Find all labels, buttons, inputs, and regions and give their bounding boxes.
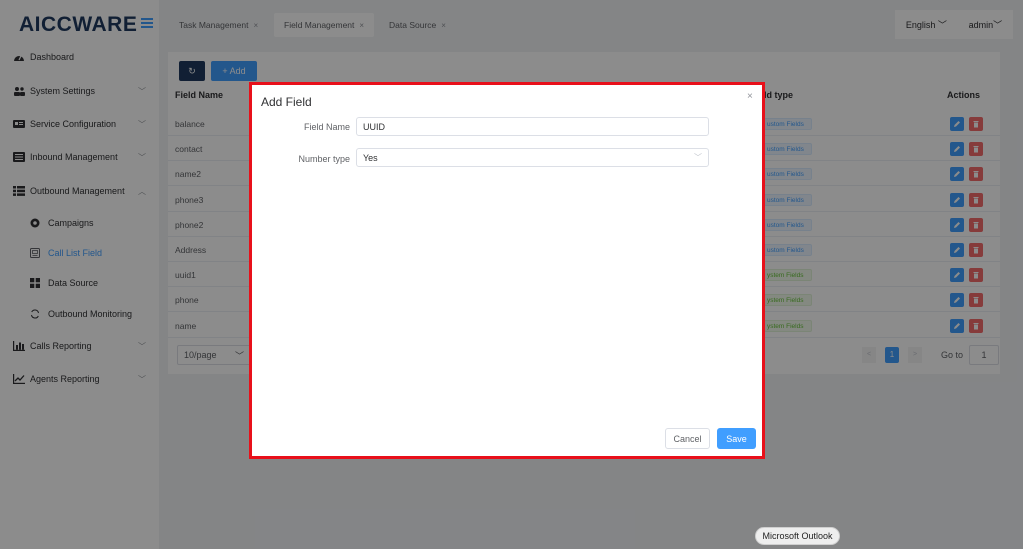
close-icon[interactable]: × <box>747 91 753 102</box>
field-name-label: Field Name <box>303 122 350 132</box>
tooltip: Microsoft Outlook <box>755 527 840 545</box>
chevron-down-icon: ﹀ <box>694 153 702 162</box>
cancel-button[interactable]: Cancel <box>665 428 710 449</box>
dialog-title: Add Field <box>261 95 312 109</box>
field-name-value: UUID <box>363 121 385 132</box>
number-type-value: Yes <box>363 152 378 163</box>
save-button[interactable]: Save <box>717 428 756 449</box>
field-name-input[interactable]: UUID <box>356 117 709 136</box>
number-type-select[interactable]: Yes ﹀ <box>356 148 709 167</box>
number-type-label: Number type <box>298 154 350 164</box>
add-field-dialog: Add Field × Field Name UUID Number type … <box>249 82 765 459</box>
